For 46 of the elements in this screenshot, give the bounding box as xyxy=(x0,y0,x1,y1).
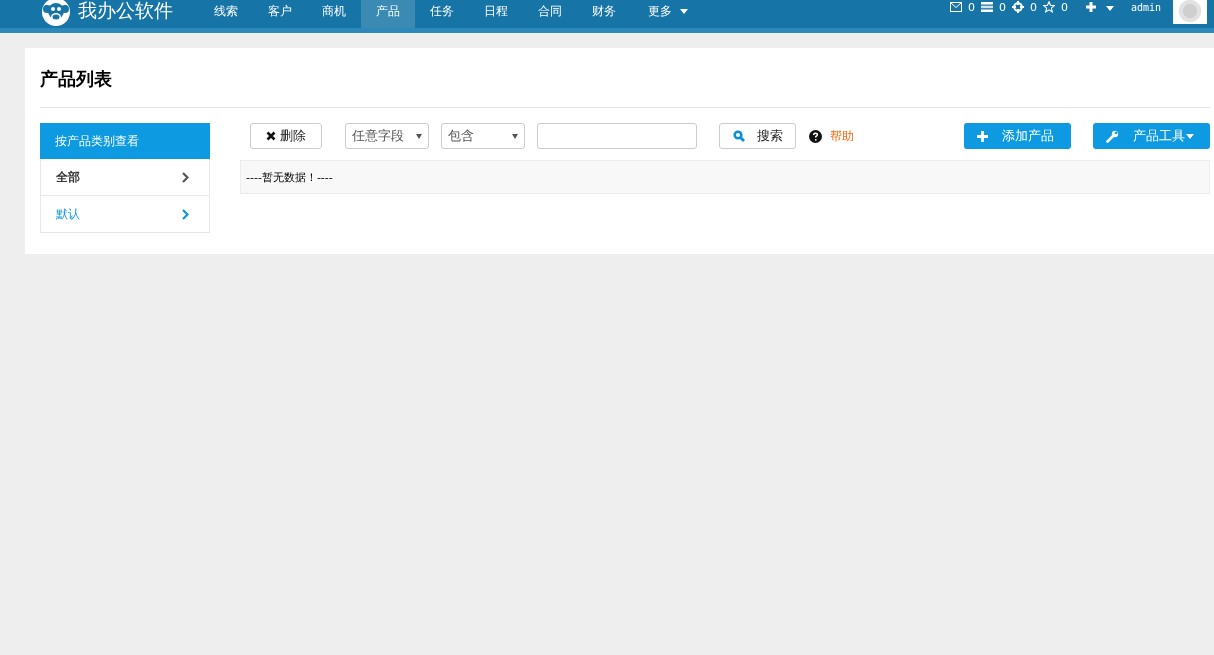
help-link[interactable]: 帮助 xyxy=(830,127,854,145)
sidebar-header: 按产品类别查看 xyxy=(40,123,210,159)
nav-tab[interactable]: 财务 xyxy=(577,0,631,28)
chevron-right-icon xyxy=(182,208,189,220)
category-item[interactable]: 默认 xyxy=(40,196,210,233)
condition-select[interactable]: 包含 xyxy=(441,123,525,149)
plus-icon[interactable] xyxy=(1085,2,1096,12)
crosshair-icon[interactable] xyxy=(1011,1,1024,13)
nav-tab[interactable]: 线索 xyxy=(199,0,253,28)
add-product-button[interactable]: 添加产品 xyxy=(964,123,1071,149)
caret-icon xyxy=(416,133,422,139)
nav-tab[interactable]: 客户 xyxy=(253,0,307,28)
field-select[interactable]: 任意字段 xyxy=(345,123,429,149)
mail-icon[interactable] xyxy=(949,2,962,12)
user-name[interactable]: admin xyxy=(1130,1,1161,13)
avatar-icon xyxy=(1178,0,1202,23)
notification-count: 0 xyxy=(998,0,1006,14)
nav-tab[interactable]: 商机 xyxy=(307,0,361,28)
plus-icon xyxy=(977,130,988,142)
help-icon xyxy=(809,129,822,143)
notification-count: 0 xyxy=(967,0,975,14)
empty-message: ----暂无数据！---- xyxy=(246,169,333,185)
notification-count: 0 xyxy=(1029,0,1037,14)
notification-count: 0 xyxy=(1060,0,1068,14)
nav-tab[interactable]: 合同 xyxy=(523,0,577,28)
nav-tab[interactable]: 任务 xyxy=(415,0,469,28)
caret-icon xyxy=(680,8,688,14)
nav-tab[interactable]: 产品 xyxy=(361,0,415,28)
category-item[interactable]: 全部 xyxy=(40,159,210,196)
page-title: 产品列表 xyxy=(40,66,112,91)
close-icon xyxy=(266,131,276,141)
app-logo-text: 我办公软件 xyxy=(78,0,173,23)
caret-icon xyxy=(512,133,518,139)
search-button[interactable]: 搜索 xyxy=(719,123,796,149)
search-input[interactable] xyxy=(537,123,697,149)
nav-tab[interactable]: 日程 xyxy=(469,0,523,28)
search-icon xyxy=(732,130,745,142)
wrench-icon xyxy=(1106,129,1119,143)
caret-icon xyxy=(1105,6,1114,11)
delete-button[interactable]: 删除 xyxy=(250,123,322,149)
caret-icon xyxy=(1186,133,1194,139)
list-icon[interactable] xyxy=(980,2,993,12)
chevron-right-icon xyxy=(182,171,189,183)
star-icon[interactable] xyxy=(1042,1,1055,13)
product-tools-button[interactable]: 产品工具 xyxy=(1093,123,1210,149)
nav-tab[interactable]: 更多 xyxy=(631,0,701,28)
